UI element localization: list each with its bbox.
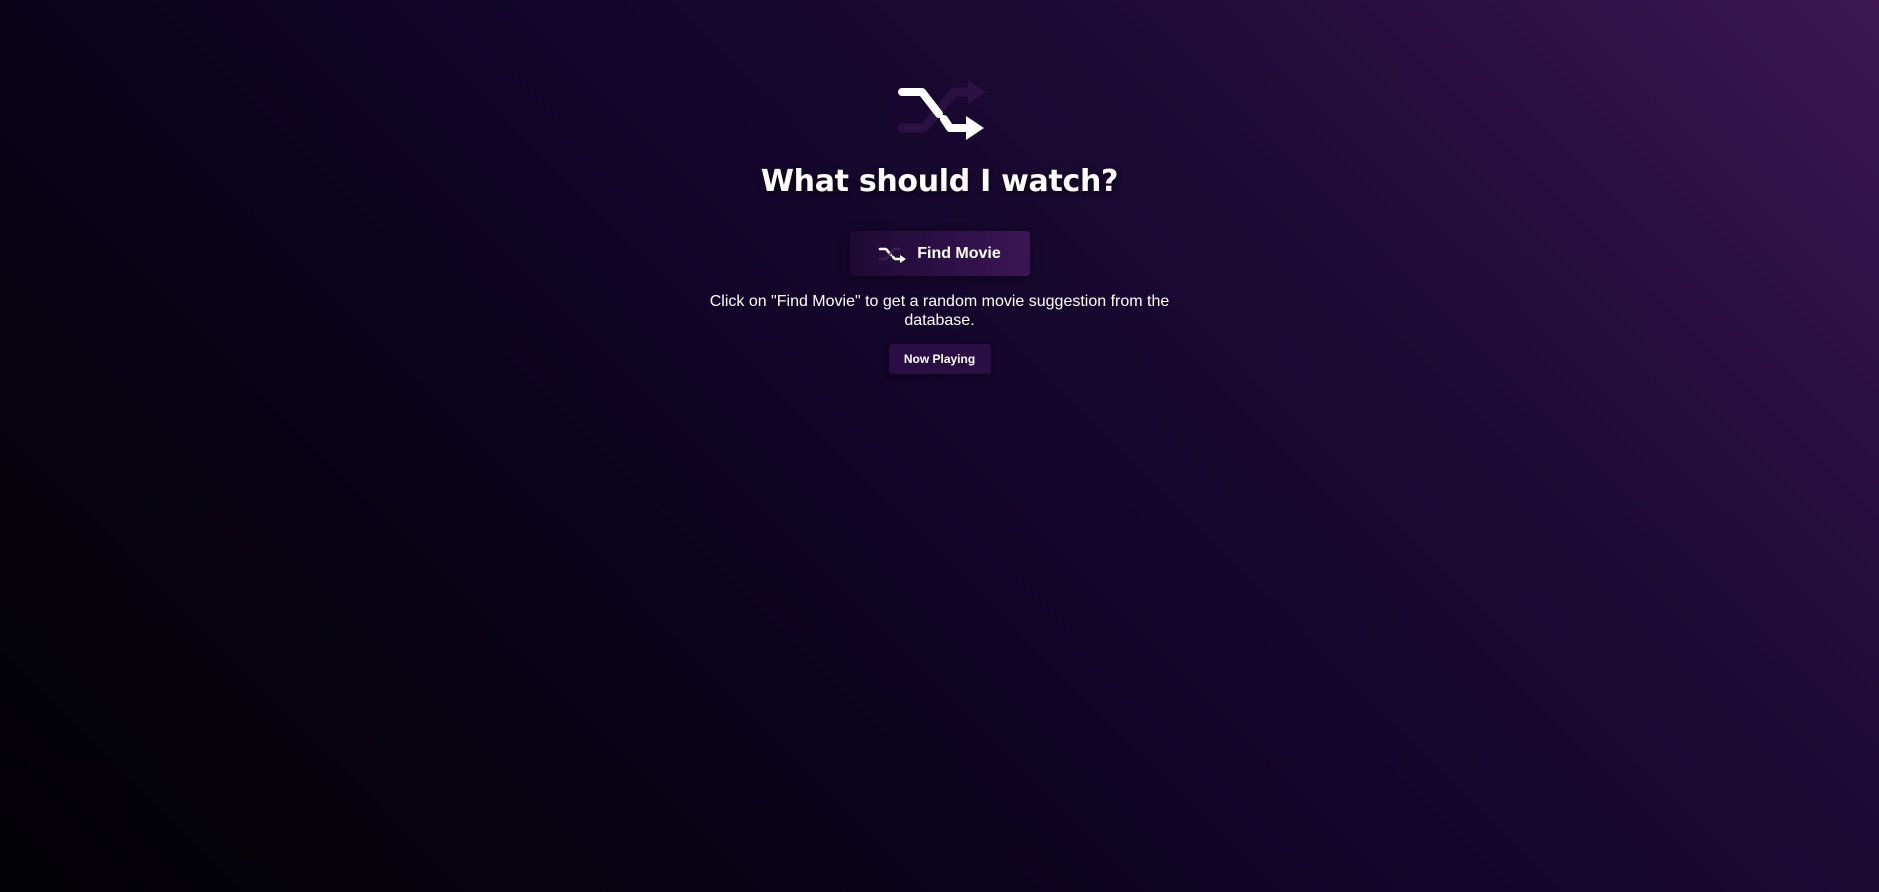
shuffle-icon xyxy=(878,245,908,263)
hero-section: What should I watch? Find Movie Click on… xyxy=(0,0,1879,374)
now-playing-label: Now Playing xyxy=(903,352,976,366)
shuffle-icon xyxy=(894,78,986,144)
helper-text: Click on "Find Movie" to get a random mo… xyxy=(709,293,1170,329)
now-playing-button[interactable]: Now Playing xyxy=(888,344,991,374)
find-movie-label: Find Movie xyxy=(917,244,1001,262)
find-movie-button[interactable]: Find Movie xyxy=(849,231,1030,276)
page-title: What should I watch? xyxy=(760,164,1119,199)
